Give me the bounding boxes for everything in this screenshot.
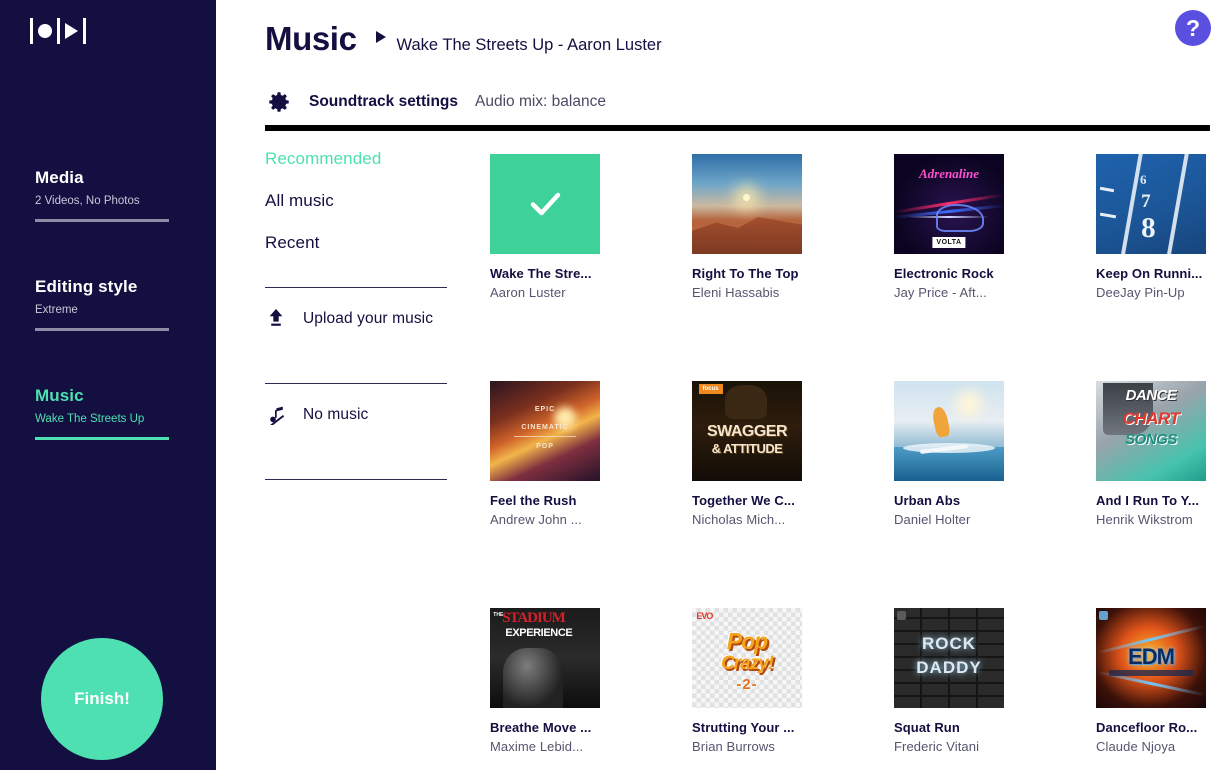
filter-recent[interactable]: Recent	[265, 232, 447, 254]
track-title: Wake The Stre...	[490, 266, 592, 281]
filter-all-music[interactable]: All music	[265, 190, 447, 212]
logo-bar-middle	[57, 18, 60, 44]
track-artwork[interactable]: DANCE CHART SONGS	[1096, 381, 1206, 481]
audio-mix-value: Audio mix: balance	[475, 93, 606, 110]
logo-bar-right	[83, 18, 86, 44]
track-title: Right To The Top	[692, 266, 799, 281]
track-artwork[interactable]: focus SWAGGER & ATTITUDE	[692, 381, 802, 481]
track-card[interactable]: 6 7 8 Keep On Runni... DeeJay Pin-Up	[1096, 154, 1206, 301]
soundtrack-settings-row[interactable]: Soundtrack settings Audio mix: balance	[266, 89, 606, 115]
track-artist: DeeJay Pin-Up	[1096, 285, 1185, 300]
filter-recommended[interactable]: Recommended	[265, 148, 447, 170]
track-grid: Wake The Stre... Aaron Luster Right To Th…	[490, 154, 1220, 770]
no-music-button[interactable]: No music	[265, 384, 447, 446]
track-artist: Andrew John ...	[490, 512, 582, 527]
track-artwork[interactable]: EVO Pop Crazy! -2-	[692, 608, 802, 708]
track-artwork[interactable]: 6 7 8	[1096, 154, 1206, 254]
track-artwork[interactable]: THE STADIUM EXPERIENCE	[490, 608, 600, 708]
sidebar-editing-style-subtitle: Extreme	[35, 304, 78, 316]
upload-your-music-button[interactable]: Upload your music	[265, 288, 447, 350]
track-title: Together We C...	[692, 493, 795, 508]
track-title: Keep On Runni...	[1096, 266, 1203, 281]
track-artwork[interactable]: ROCK DADDY	[894, 608, 1004, 708]
app-root: Media 2 Videos, No Photos Editing style …	[0, 0, 1231, 770]
track-card[interactable]: focus SWAGGER & ATTITUDE Together We C..…	[692, 381, 802, 528]
record-play-logo[interactable]	[30, 14, 92, 48]
track-artist: Aaron Luster	[490, 285, 566, 300]
track-card[interactable]: EDM Dancefloor Ro... Claude Njoya	[1096, 608, 1206, 755]
sidebar-media-title: Media	[35, 168, 84, 187]
track-artwork[interactable]	[894, 381, 1004, 481]
track-artist: Brian Burrows	[692, 739, 775, 754]
track-artist: Jay Price - Aft...	[894, 285, 987, 300]
main-content: Music Wake The Streets Up - Aaron Luster…	[216, 0, 1231, 770]
selected-check-icon	[490, 154, 600, 254]
track-title: Feel the Rush	[490, 493, 577, 508]
track-title: And I Run To Y...	[1096, 493, 1200, 508]
track-artwork[interactable]: EPIC CINEMATIC POP	[490, 381, 600, 481]
sidebar-music-rule	[35, 437, 169, 440]
track-artist: Frederic Vitani	[894, 739, 980, 754]
track-card[interactable]: ROCK DADDY Squat Run Frederic Vitani	[894, 608, 1004, 755]
track-card[interactable]: THE STADIUM EXPERIENCE Breathe Move ... M…	[490, 608, 600, 755]
sidebar-item-editing-style[interactable]: Editing style Extreme	[35, 277, 170, 331]
track-card[interactable]: EVO Pop Crazy! -2- Strutting Your ... Bri…	[692, 608, 802, 755]
track-card[interactable]: Urban Abs Daniel Holter	[894, 381, 1004, 528]
no-music-icon	[265, 404, 287, 426]
track-artwork[interactable]: EDM	[1096, 608, 1206, 708]
track-card[interactable]: Adrenaline VOLTA Electronic Rock Jay Pric…	[894, 154, 1004, 301]
section-divider-bar	[265, 125, 1210, 131]
track-card[interactable]: Right To The Top Eleni Hassabis	[692, 154, 802, 301]
track-artist: Nicholas Mich...	[692, 512, 786, 527]
track-artwork[interactable]: Adrenaline VOLTA	[894, 154, 1004, 254]
track-artwork[interactable]	[692, 154, 802, 254]
track-artist: Maxime Lebid...	[490, 739, 584, 754]
track-title: Squat Run	[894, 720, 960, 735]
filter-divider-3	[265, 479, 447, 480]
track-artist: Daniel Holter	[894, 512, 971, 527]
music-filter-list: Recommended All music Recent Upload your…	[265, 148, 447, 480]
logo-bar-left	[30, 18, 33, 44]
track-artist: Claude Njoya	[1096, 739, 1176, 754]
no-music-label: No music	[303, 406, 369, 423]
track-title: Dancefloor Ro...	[1096, 720, 1198, 735]
track-row: Wake The Stre... Aaron Luster Right To Th…	[490, 154, 1220, 381]
sidebar-editing-style-title: Editing style	[35, 277, 138, 296]
track-title: Breathe Move ...	[490, 720, 592, 735]
gear-icon	[266, 89, 292, 115]
track-row: EPIC CINEMATIC POP Feel the Rush Andrew J…	[490, 381, 1220, 608]
record-dot-icon	[38, 24, 52, 38]
track-artist: Henrik Wikstrom	[1096, 512, 1193, 527]
help-button[interactable]: ?	[1175, 10, 1211, 46]
page-title: Music	[265, 20, 357, 57]
upload-your-music-label: Upload your music	[303, 310, 434, 327]
track-artwork[interactable]	[490, 154, 600, 254]
sidebar-item-music[interactable]: Music Wake The Streets Up	[35, 386, 170, 440]
track-row: THE STADIUM EXPERIENCE Breathe Move ... M…	[490, 608, 1220, 770]
track-title: Strutting Your ...	[692, 720, 795, 735]
current-track-label: Wake The Streets Up - Aaron Luster	[396, 36, 662, 54]
sidebar-editing-style-rule	[35, 328, 169, 331]
track-title: Electronic Rock	[894, 266, 994, 281]
track-title: Urban Abs	[894, 493, 961, 508]
soundtrack-settings-label: Soundtrack settings	[309, 93, 458, 110]
sidebar-music-subtitle: Wake The Streets Up	[35, 413, 145, 425]
track-artist: Eleni Hassabis	[692, 285, 780, 300]
page-header: Music Wake The Streets Up - Aaron Luster	[265, 20, 662, 58]
play-triangle-icon	[65, 23, 78, 39]
sidebar-music-title: Music	[35, 386, 84, 405]
left-sidebar: Media 2 Videos, No Photos Editing style …	[0, 0, 216, 770]
track-card[interactable]: Wake The Stre... Aaron Luster	[490, 154, 600, 301]
upload-icon	[265, 308, 287, 330]
play-triangle-icon[interactable]	[375, 31, 386, 43]
sidebar-media-rule	[35, 219, 169, 222]
finish-button[interactable]: Finish!	[41, 638, 163, 760]
track-card[interactable]: DANCE CHART SONGS And I Run To Y... Henri…	[1096, 381, 1206, 528]
sidebar-item-media[interactable]: Media 2 Videos, No Photos	[35, 168, 170, 222]
sidebar-media-subtitle: 2 Videos, No Photos	[35, 195, 140, 207]
track-card[interactable]: EPIC CINEMATIC POP Feel the Rush Andrew J…	[490, 381, 600, 528]
